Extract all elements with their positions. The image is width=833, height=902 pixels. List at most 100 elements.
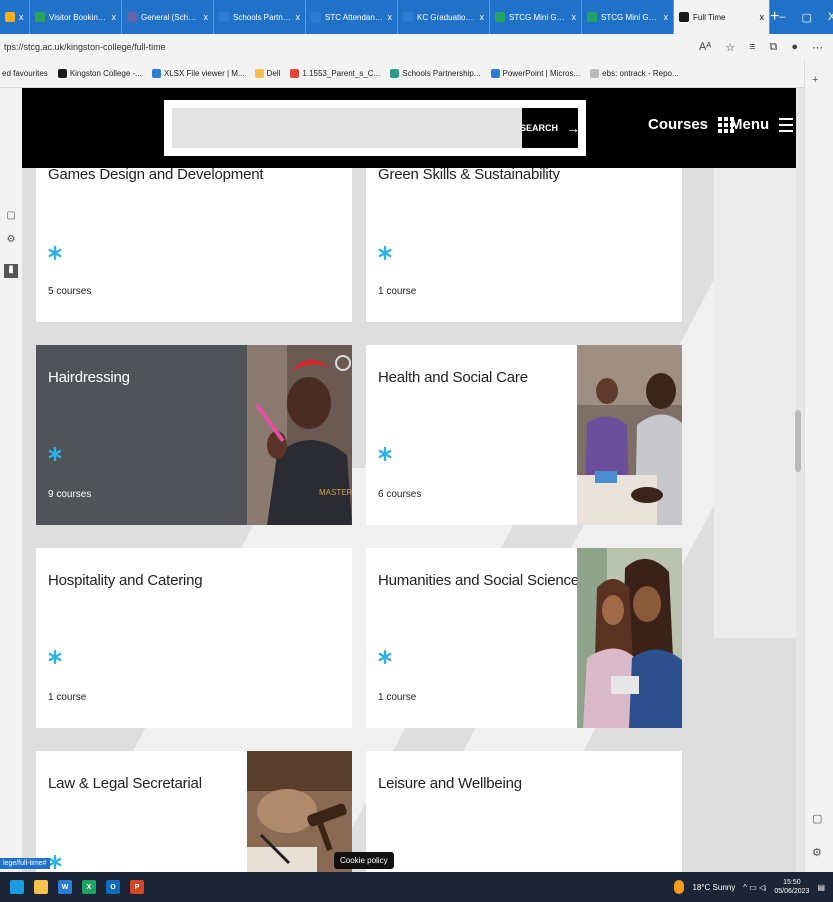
favourites-bar: ed favourites Kingston College -... XLSX F… <box>0 60 833 88</box>
tab-close-icon[interactable]: x <box>204 12 209 22</box>
notifications-icon[interactable]: ▤ <box>817 883 825 892</box>
clock[interactable]: 15:50 05/06/2023 <box>774 878 809 896</box>
browser-tab[interactable]: KC Graduation Certifi... x <box>398 0 490 34</box>
favourite-favicon-icon <box>254 69 264 78</box>
favourite-link[interactable]: Schools Partnership... <box>390 69 481 78</box>
favourite-link[interactable]: Kingston College -... <box>57 69 142 78</box>
course-title: Green Skills & Sustainability <box>378 166 560 183</box>
taskbar-app-icon[interactable]: X <box>82 880 96 894</box>
favourite-link[interactable]: PowerPoint | Micros... <box>490 69 580 78</box>
add-sidebar-icon[interactable]: + <box>812 74 818 86</box>
collections-icon[interactable]: ⧉ <box>769 41 777 54</box>
search-input[interactable] <box>172 108 522 148</box>
window-controls: – ▢ X <box>779 0 833 34</box>
right-sidebar: + ▢ ⚙ <box>804 60 833 872</box>
asterisk-icon <box>48 447 62 461</box>
tab-close-icon[interactable]: x <box>480 12 485 22</box>
minimize-button[interactable]: – <box>779 11 785 23</box>
favourite-favicon-icon <box>490 69 500 78</box>
close-window-button[interactable]: X <box>828 11 833 23</box>
tab-label: Schools Partnership - <box>233 12 292 22</box>
browser-tab-strip: xVisitor Booking FormxGeneral (Schools P… <box>0 0 833 34</box>
taskbar-app-icon[interactable]: P <box>130 880 144 894</box>
tab-favicon-icon <box>587 12 597 22</box>
profile-icon[interactable]: ● <box>791 41 798 54</box>
tab-close-icon[interactable]: x <box>296 12 301 22</box>
favourite-link[interactable]: Dell <box>254 69 280 78</box>
course-title: Hairdressing <box>48 369 130 386</box>
courses-menu-button[interactable]: Courses <box>648 116 735 133</box>
browser-tab[interactable]: Full Time x <box>674 0 770 34</box>
arrow-right-icon: → <box>566 120 581 136</box>
new-tab-button[interactable]: + <box>770 0 779 34</box>
favorite-star-icon[interactable]: ☆ <box>725 41 735 54</box>
browser-tab[interactable]: STCG Mini Guide Ma... x <box>582 0 674 34</box>
favourite-label: Kingston College -... <box>69 69 142 78</box>
tab-close-icon[interactable]: x <box>388 12 393 22</box>
browser-tab[interactable]: Visitor Booking Form x <box>30 0 122 34</box>
weather-text[interactable]: 18°C Sunny <box>692 883 735 892</box>
course-card-humanities[interactable]: Humanities and Social Sciences 1 course <box>366 548 682 728</box>
system-tray: 18°C Sunny ^ ▭ ◁ᵢ 15:50 05/06/2023 ▤ <box>674 878 833 896</box>
hamburger-icon <box>779 117 794 132</box>
tab-close-icon[interactable]: x <box>19 12 24 22</box>
more-options-icon[interactable]: ⋯ <box>812 41 823 54</box>
clock-date: 05/06/2023 <box>774 888 810 895</box>
url-field[interactable]: tps://stcg.ac.uk/kingston-college/full-t… <box>4 42 166 52</box>
taskbar-app-icon[interactable] <box>10 880 24 894</box>
course-card-law[interactable]: Law & Legal Secretarial <box>36 751 352 872</box>
favorites-list-icon[interactable]: ≡ <box>749 41 755 54</box>
browser-tab[interactable]: Schools Partnership - x <box>214 0 306 34</box>
app-icon[interactable]: ▮ <box>4 264 18 278</box>
favourite-favicon-icon <box>290 69 300 78</box>
course-count: 5 courses <box>48 286 92 297</box>
course-count: 1 course <box>378 286 417 297</box>
maximize-button[interactable]: ▢ <box>801 11 811 24</box>
background-panel <box>714 168 796 638</box>
main-menu-button[interactable]: Menu <box>730 116 794 133</box>
settings-icon[interactable]: ⚙ <box>4 234 18 248</box>
sidebar-settings-icon[interactable]: ⚙ <box>812 846 822 859</box>
favourite-link[interactable]: ebs: ontrack - Repo... <box>590 69 679 78</box>
browser-tab[interactable]: General (Schools Parti... x <box>122 0 214 34</box>
favourite-link[interactable]: ed favourites <box>2 69 48 78</box>
favourite-label: ed favourites <box>2 69 48 78</box>
tab-actions-icon[interactable]: ▢ <box>4 210 18 224</box>
taskbar-app-icon[interactable]: O <box>106 880 120 894</box>
split-screen-icon[interactable]: ▢ <box>812 812 822 825</box>
tab-favicon-icon <box>495 12 505 22</box>
read-aloud-icon[interactable]: Aᴬ <box>699 41 711 54</box>
favourite-link[interactable]: XLSX File viewer | M... <box>151 69 245 78</box>
search-box: SEARCH → <box>164 100 586 156</box>
clock-time: 15:50 <box>783 879 801 886</box>
course-title: Health and Social Care <box>378 369 528 386</box>
tray-icons[interactable]: ^ ▭ ◁ᵢ <box>743 883 766 892</box>
taskbar-app-icon[interactable] <box>34 880 48 894</box>
tab-favicon-icon <box>35 12 45 22</box>
course-card-health-social-care[interactable]: Health and Social Care 6 courses <box>366 345 682 525</box>
site-header: SEARCH → Courses Menu <box>22 88 796 168</box>
tab-close-icon[interactable]: x <box>572 12 577 22</box>
tab-close-icon[interactable]: x <box>664 12 669 22</box>
browser-tab[interactable]: x <box>0 0 30 34</box>
browser-tab[interactable]: STCG Mini Guide Ma... x <box>490 0 582 34</box>
tab-close-icon[interactable]: x <box>760 12 765 22</box>
tab-close-icon[interactable]: x <box>112 12 117 22</box>
search-button[interactable]: SEARCH → <box>520 108 581 148</box>
asterisk-icon <box>378 650 392 664</box>
course-card-hairdressing[interactable]: Hairdressing 9 courses MASTER <box>36 345 352 525</box>
tab-favicon-icon <box>311 12 321 22</box>
hairdressing-photo: MASTER <box>247 345 352 525</box>
tab-label: STCG Mini Guide Ma... <box>601 12 660 22</box>
asterisk-icon <box>48 855 62 869</box>
course-card-hospitality-catering[interactable]: Hospitality and Catering 1 course <box>36 548 352 728</box>
browser-tab[interactable]: STC Attendance Certif... x <box>306 0 398 34</box>
course-card-leisure-wellbeing[interactable]: Leisure and Wellbeing <box>366 751 682 872</box>
favourite-link[interactable]: 1.1553_Parent_s_C... <box>290 69 380 78</box>
taskbar-app-icon[interactable]: W <box>58 880 72 894</box>
cookie-policy-button[interactable]: Cookie policy <box>334 852 394 869</box>
asterisk-icon <box>378 447 392 461</box>
page-scrollbar-thumb[interactable] <box>795 410 801 472</box>
course-title: Humanities and Social Sciences <box>378 572 587 589</box>
tab-label: STC Attendance Certif... <box>325 12 384 22</box>
